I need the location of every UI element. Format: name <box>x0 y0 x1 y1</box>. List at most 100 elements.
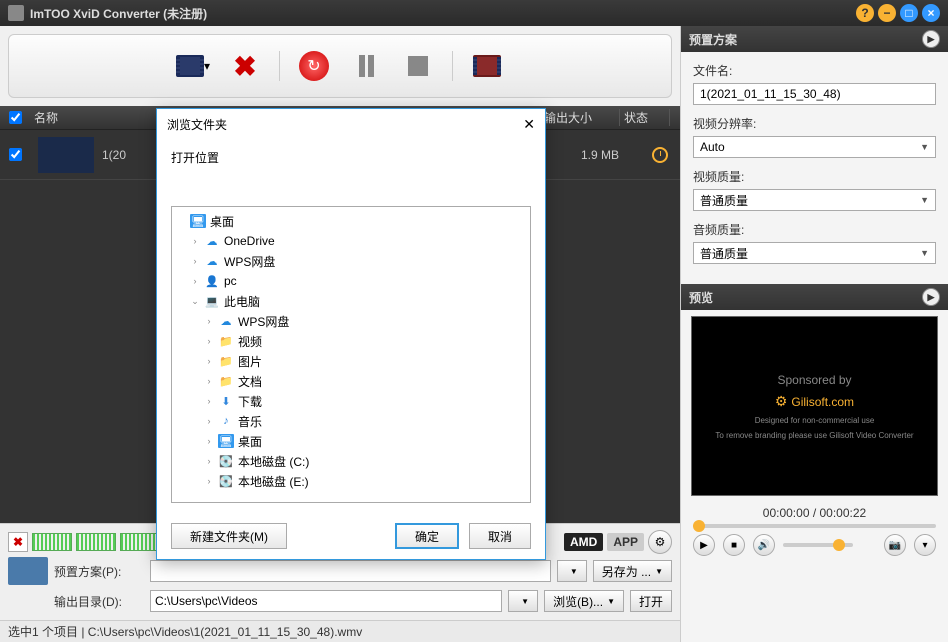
disk-icon: 💽 <box>218 474 234 488</box>
tree-item[interactable]: ›💽本地磁盘 (E:) <box>176 471 526 491</box>
tree-item[interactable]: ›☁WPS网盘 <box>176 251 526 271</box>
col-outsize[interactable]: 输出大小 <box>540 109 620 126</box>
output-dir-dropdown[interactable]: ▼ <box>508 590 538 612</box>
expand-icon[interactable]: › <box>204 456 214 466</box>
filename-input[interactable]: 1(2021_01_11_15_30_48) <box>693 83 936 105</box>
output-dir-label: 输出目录(D): <box>54 593 144 610</box>
snapshot-menu-button[interactable]: ▾ <box>914 534 936 556</box>
tree-item-label: WPS网盘 <box>224 253 275 270</box>
maximize-button[interactable]: □ <box>900 4 918 22</box>
panel-toggle-button[interactable]: ▶ <box>922 288 940 306</box>
audio-quality-label: 音频质量: <box>693 221 936 238</box>
stop-button[interactable] <box>400 48 436 84</box>
pause-button[interactable] <box>348 48 384 84</box>
minimize-button[interactable]: − <box>878 4 896 22</box>
waveform[interactable] <box>120 533 160 551</box>
desktop-icon: 🖥 <box>218 434 234 448</box>
volume-button[interactable]: 🔊 <box>753 534 775 556</box>
tree-item[interactable]: ›👤pc <box>176 271 526 291</box>
tree-item[interactable]: › ☁ OneDrive <box>176 231 526 251</box>
expand-icon[interactable]: › <box>190 256 200 266</box>
gilisoft-logo: ⚙ Gilisoft.com <box>775 393 854 410</box>
row-checkbox[interactable] <box>9 148 22 161</box>
video-quality-label: 视频质量: <box>693 168 936 185</box>
settings-button[interactable]: ⚙ <box>648 530 672 554</box>
dialog-subtitle: 打开位置 <box>171 149 531 166</box>
cancel-button[interactable]: 取消 <box>469 523 531 549</box>
audio-quality-select[interactable]: 普通质量▼ <box>693 242 936 264</box>
tree-item[interactable]: ›📁图片 <box>176 351 526 371</box>
add-video-button[interactable]: ▾ <box>175 48 211 84</box>
expand-icon[interactable]: › <box>204 436 214 446</box>
tree-item-label: 音乐 <box>238 413 262 430</box>
help-button[interactable]: ? <box>856 4 874 22</box>
preset-combo[interactable] <box>150 560 551 582</box>
resolution-select[interactable]: Auto▼ <box>693 136 936 158</box>
status-bar: 选中1 个项目 | C:\Users\pc\Videos\1(2021_01_1… <box>0 620 680 642</box>
row-status <box>640 147 680 163</box>
snapshot-button[interactable]: 📷 <box>884 534 906 556</box>
tree-item[interactable]: ⌄💻此电脑 <box>176 291 526 311</box>
expand-icon[interactable]: › <box>204 376 214 386</box>
close-button[interactable]: × <box>922 4 940 22</box>
saveas-button[interactable]: 另存为 ...▼ <box>593 560 672 582</box>
cloud-icon: ☁ <box>204 234 220 248</box>
folder-tree[interactable]: 🖥桌面›☁OneDrive›☁WPS网盘›👤pc⌄💻此电脑›☁WPS网盘›📁视频… <box>171 206 531 503</box>
new-folder-button[interactable]: 新建文件夹(M) <box>171 523 287 549</box>
panel-toggle-button[interactable]: ▶ <box>922 30 940 48</box>
folder-icon: 📁 <box>218 374 234 388</box>
ok-button[interactable]: 确定 <box>395 523 459 549</box>
tree-item[interactable]: ›📁视频 <box>176 331 526 351</box>
expand-icon[interactable]: › <box>204 416 214 426</box>
titlebar: ImTOO XviD Converter (未注册) ? − □ × <box>0 0 948 26</box>
app-badge: APP <box>607 533 644 551</box>
tree-item[interactable]: 🖥桌面 <box>176 211 526 231</box>
video-quality-select[interactable]: 普通质量▼ <box>693 189 936 211</box>
amd-badge: AMD <box>564 533 603 551</box>
tree-item[interactable]: ›♪音乐 <box>176 411 526 431</box>
expand-icon[interactable]: › <box>190 236 200 246</box>
browse-folder-dialog: 浏览文件夹 ✕ 打开位置 🖥桌面›☁OneDrive›☁WPS网盘›👤pc⌄💻此… <box>156 108 546 560</box>
expand-icon[interactable]: › <box>204 396 214 406</box>
expand-icon[interactable]: › <box>204 336 214 346</box>
volume-slider[interactable] <box>783 543 853 547</box>
user-icon: 👤 <box>204 274 220 288</box>
thumbnail <box>38 137 94 173</box>
main-toolbar: ▾ ✖ ↻ <box>8 34 672 98</box>
expand-icon[interactable]: ⌄ <box>190 296 200 307</box>
clear-clip-button[interactable]: ✖ <box>8 532 28 552</box>
expand-icon[interactable]: › <box>204 476 214 486</box>
col-status[interactable]: 状态 <box>620 109 670 126</box>
seek-slider[interactable] <box>693 524 936 528</box>
tree-item[interactable]: ›☁WPS网盘 <box>176 311 526 331</box>
expand-icon[interactable]: › <box>190 276 200 286</box>
tree-item[interactable]: ›⬇下载 <box>176 391 526 411</box>
tree-item[interactable]: ›🖥桌面 <box>176 431 526 451</box>
clock-icon <box>652 147 668 163</box>
waveform[interactable] <box>76 533 116 551</box>
output-dir-input[interactable]: C:\Users\pc\Videos <box>150 590 502 612</box>
row-size: 1.9 MB <box>560 148 640 162</box>
cloud-icon: ☁ <box>218 314 234 328</box>
preset-dropdown[interactable]: ▼ <box>557 560 587 582</box>
open-button[interactable]: 打开 <box>630 590 672 612</box>
export-button[interactable] <box>469 48 505 84</box>
browse-button[interactable]: 浏览(B)...▼ <box>544 590 624 612</box>
waveform[interactable] <box>32 533 72 551</box>
tree-item[interactable]: ›📁文档 <box>176 371 526 391</box>
dialog-close-button[interactable]: ✕ <box>523 116 535 133</box>
stop-preview-button[interactable]: ■ <box>723 534 745 556</box>
play-button[interactable]: ▶ <box>693 534 715 556</box>
convert-button[interactable]: ↻ <box>296 48 332 84</box>
expand-icon[interactable]: › <box>204 316 214 326</box>
tree-item-label: 本地磁盘 (C:) <box>238 453 309 470</box>
select-all-checkbox[interactable] <box>9 111 22 124</box>
remove-button[interactable]: ✖ <box>227 48 263 84</box>
preset-panel-header: 预置方案 ▶ <box>681 26 948 52</box>
profile-icon <box>8 557 48 585</box>
resolution-label: 视频分辨率: <box>693 115 936 132</box>
tree-item-label: OneDrive <box>224 234 275 248</box>
pc-icon: 💻 <box>204 294 220 308</box>
tree-item[interactable]: ›💽本地磁盘 (C:) <box>176 451 526 471</box>
expand-icon[interactable]: › <box>204 356 214 366</box>
